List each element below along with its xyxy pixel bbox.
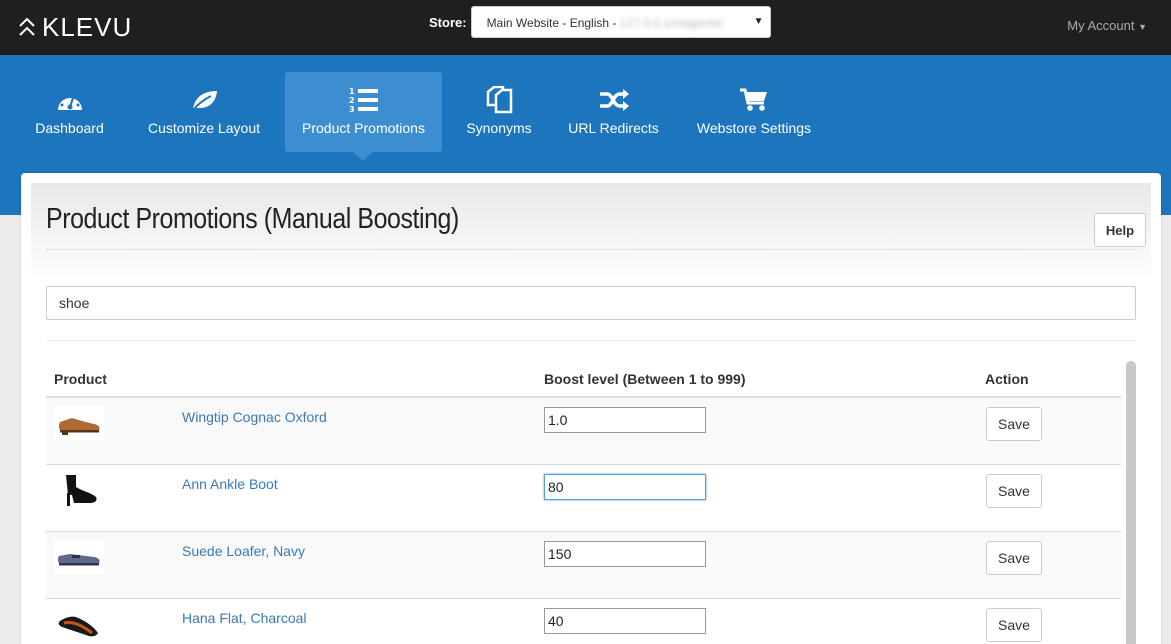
help-button[interactable]: Help	[1094, 213, 1146, 247]
save-button[interactable]: Save	[986, 541, 1042, 575]
store-switcher: Store: Main Website - English - 127.0.0.…	[429, 6, 771, 38]
oxford-shoe-icon	[58, 418, 100, 435]
svg-text:3: 3	[349, 105, 355, 114]
nav-label-dashboard: Dashboard	[35, 120, 104, 136]
loafer-shoe-icon	[57, 554, 100, 566]
product-link[interactable]: Hana Flat, Charcoal	[182, 610, 307, 626]
header-divider	[46, 249, 1136, 250]
boost-level-input[interactable]	[544, 474, 706, 500]
nav-label-synonyms: Synonyms	[466, 120, 532, 136]
svg-text:1: 1	[349, 87, 355, 96]
my-account-menu[interactable]: My Account ▼	[1067, 18, 1147, 33]
numbered-list-icon: 1 2 3	[349, 87, 378, 114]
table-row: Ann Ankle Boot Save	[46, 465, 1121, 532]
brand-name: KLEVU	[42, 11, 133, 42]
leaf-icon	[192, 91, 217, 111]
table-row: Suede Loafer, Navy Save	[46, 532, 1121, 599]
product-link[interactable]: Ann Ankle Boot	[182, 476, 278, 492]
table-scrollbar[interactable]	[1126, 361, 1136, 644]
page-header: Product Promotions (Manual Boosting) Hel…	[31, 183, 1151, 283]
content-panel: Product Promotions (Manual Boosting) Hel…	[21, 173, 1161, 644]
column-header-action: Action	[985, 371, 1029, 387]
save-button[interactable]: Save	[986, 474, 1042, 508]
klevu-logo[interactable]: KLEVU	[18, 12, 132, 42]
nav-label-customize-layout: Customize Layout	[147, 120, 261, 136]
product-thumbnail[interactable]	[54, 540, 104, 574]
product-thumbnail[interactable]	[54, 607, 104, 641]
top-bar: KLEVU Store: Main Website - English - 12…	[0, 0, 1171, 55]
boost-level-input[interactable]	[544, 541, 706, 567]
product-link[interactable]: Wingtip Cognac Oxford	[182, 409, 327, 425]
boost-level-input[interactable]	[544, 608, 706, 634]
nav-label-product-promotions: Product Promotions	[302, 120, 425, 136]
page-title: Product Promotions (Manual Boosting)	[46, 203, 459, 235]
save-button[interactable]: Save	[986, 407, 1042, 441]
svg-text:2: 2	[349, 96, 355, 105]
ankle-boot-icon	[66, 475, 97, 506]
product-thumbnail[interactable]	[54, 406, 104, 440]
gauge-icon	[57, 93, 82, 110]
boost-level-input[interactable]	[544, 407, 706, 433]
active-tab-pointer	[353, 152, 373, 161]
nav-label-url-redirects: URL Redirects	[568, 120, 659, 136]
nav-item-webstore-settings[interactable]: Webstore Settings	[688, 72, 820, 152]
nav-item-synonyms[interactable]: Synonyms	[458, 72, 540, 152]
nav-item-url-redirects[interactable]: URL Redirects	[560, 72, 667, 152]
store-selected-blurred: 127.0.0.1/magento/	[619, 16, 724, 30]
cart-icon	[740, 88, 767, 111]
copy-pages-icon	[486, 86, 513, 114]
nav-item-dashboard[interactable]: Dashboard	[22, 72, 117, 152]
section-divider	[46, 340, 1136, 341]
product-thumbnail[interactable]	[54, 473, 104, 507]
table-row: Hana Flat, Charcoal Save	[46, 599, 1121, 644]
flat-shoe-icon	[58, 616, 98, 637]
save-button[interactable]: Save	[986, 608, 1042, 642]
table-row: Wingtip Cognac Oxford Save	[46, 398, 1121, 465]
column-header-boost-level: Boost level (Between 1 to 999)	[544, 371, 746, 387]
caret-down-icon: ▼	[1138, 22, 1147, 32]
shuffle-icon	[599, 89, 629, 111]
store-label: Store:	[429, 14, 467, 30]
klevu-logo-mark-icon	[19, 17, 35, 36]
my-account-label: My Account	[1067, 18, 1135, 33]
column-header-product: Product	[54, 371, 107, 387]
search-input[interactable]	[46, 286, 1136, 320]
nav-item-customize-layout[interactable]: Customize Layout	[140, 72, 268, 152]
nav-item-product-promotions[interactable]: 1 2 3 Product Promotions	[285, 72, 442, 152]
store-selected-value: Main Website - English -	[486, 16, 620, 30]
store-select[interactable]: Main Website - English - 127.0.0.1/magen…	[470, 6, 771, 38]
nav-label-webstore-settings: Webstore Settings	[696, 120, 812, 136]
dropdown-caret-icon: ▼	[753, 16, 764, 27]
product-link[interactable]: Suede Loafer, Navy	[182, 543, 305, 559]
